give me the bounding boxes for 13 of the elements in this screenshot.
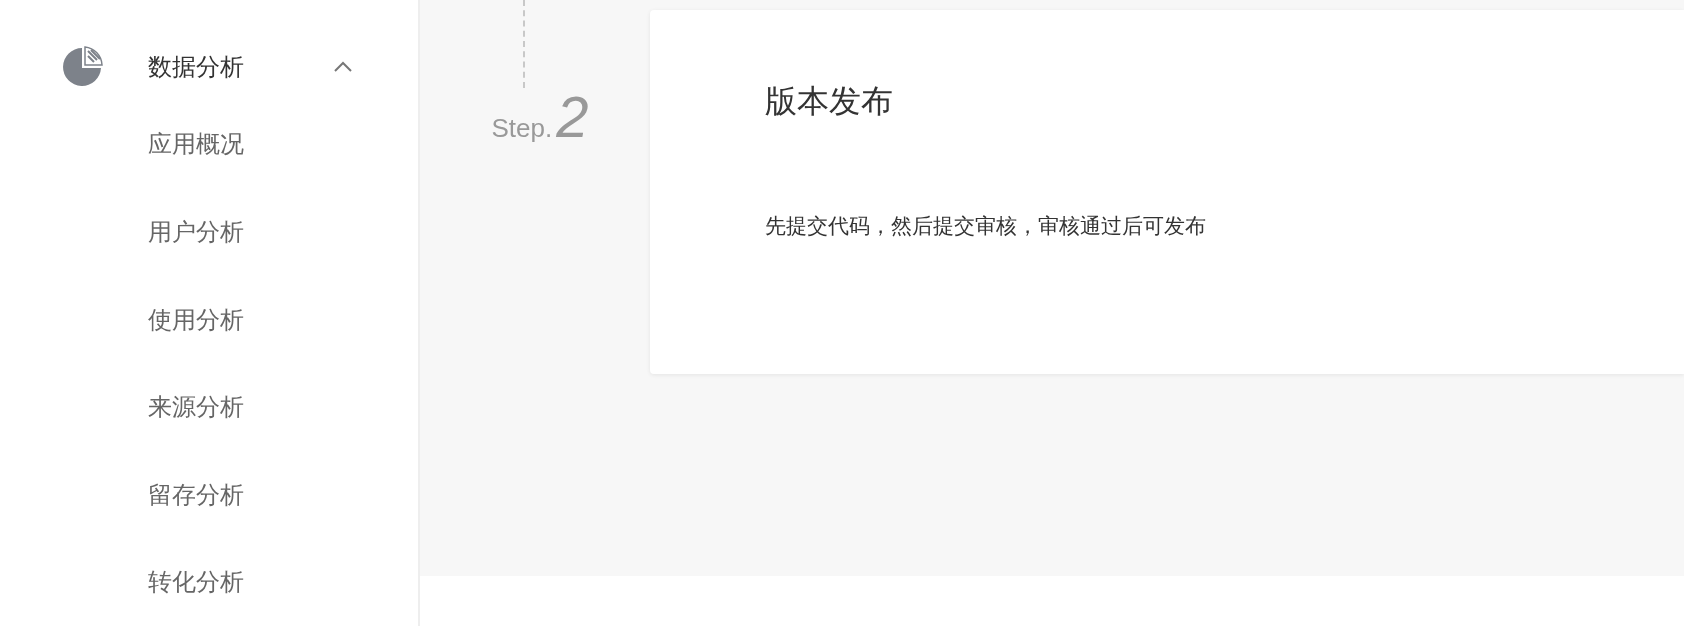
menu-item[interactable]: 来源分析 (0, 363, 418, 451)
pie-chart-icon (62, 45, 104, 88)
menu-item[interactable]: 转化分析 (0, 538, 418, 626)
menu-group-label[interactable]: 数据分析 (148, 50, 334, 83)
card-description: 先提交代码，然后提交审核，审核通过后可发布 (765, 213, 1207, 240)
card-title: 版本发布 (765, 81, 894, 122)
menu-item[interactable]: 使用分析 (0, 275, 418, 364)
step-label: Step. (491, 113, 553, 144)
menu-item[interactable]: 用户分析 (0, 188, 418, 276)
menu-item[interactable]: 留存分析 (0, 450, 418, 539)
menu-item[interactable]: 应用概况 (0, 100, 418, 189)
step-number: 2 (556, 88, 589, 146)
chevron-icon[interactable] (334, 61, 352, 73)
